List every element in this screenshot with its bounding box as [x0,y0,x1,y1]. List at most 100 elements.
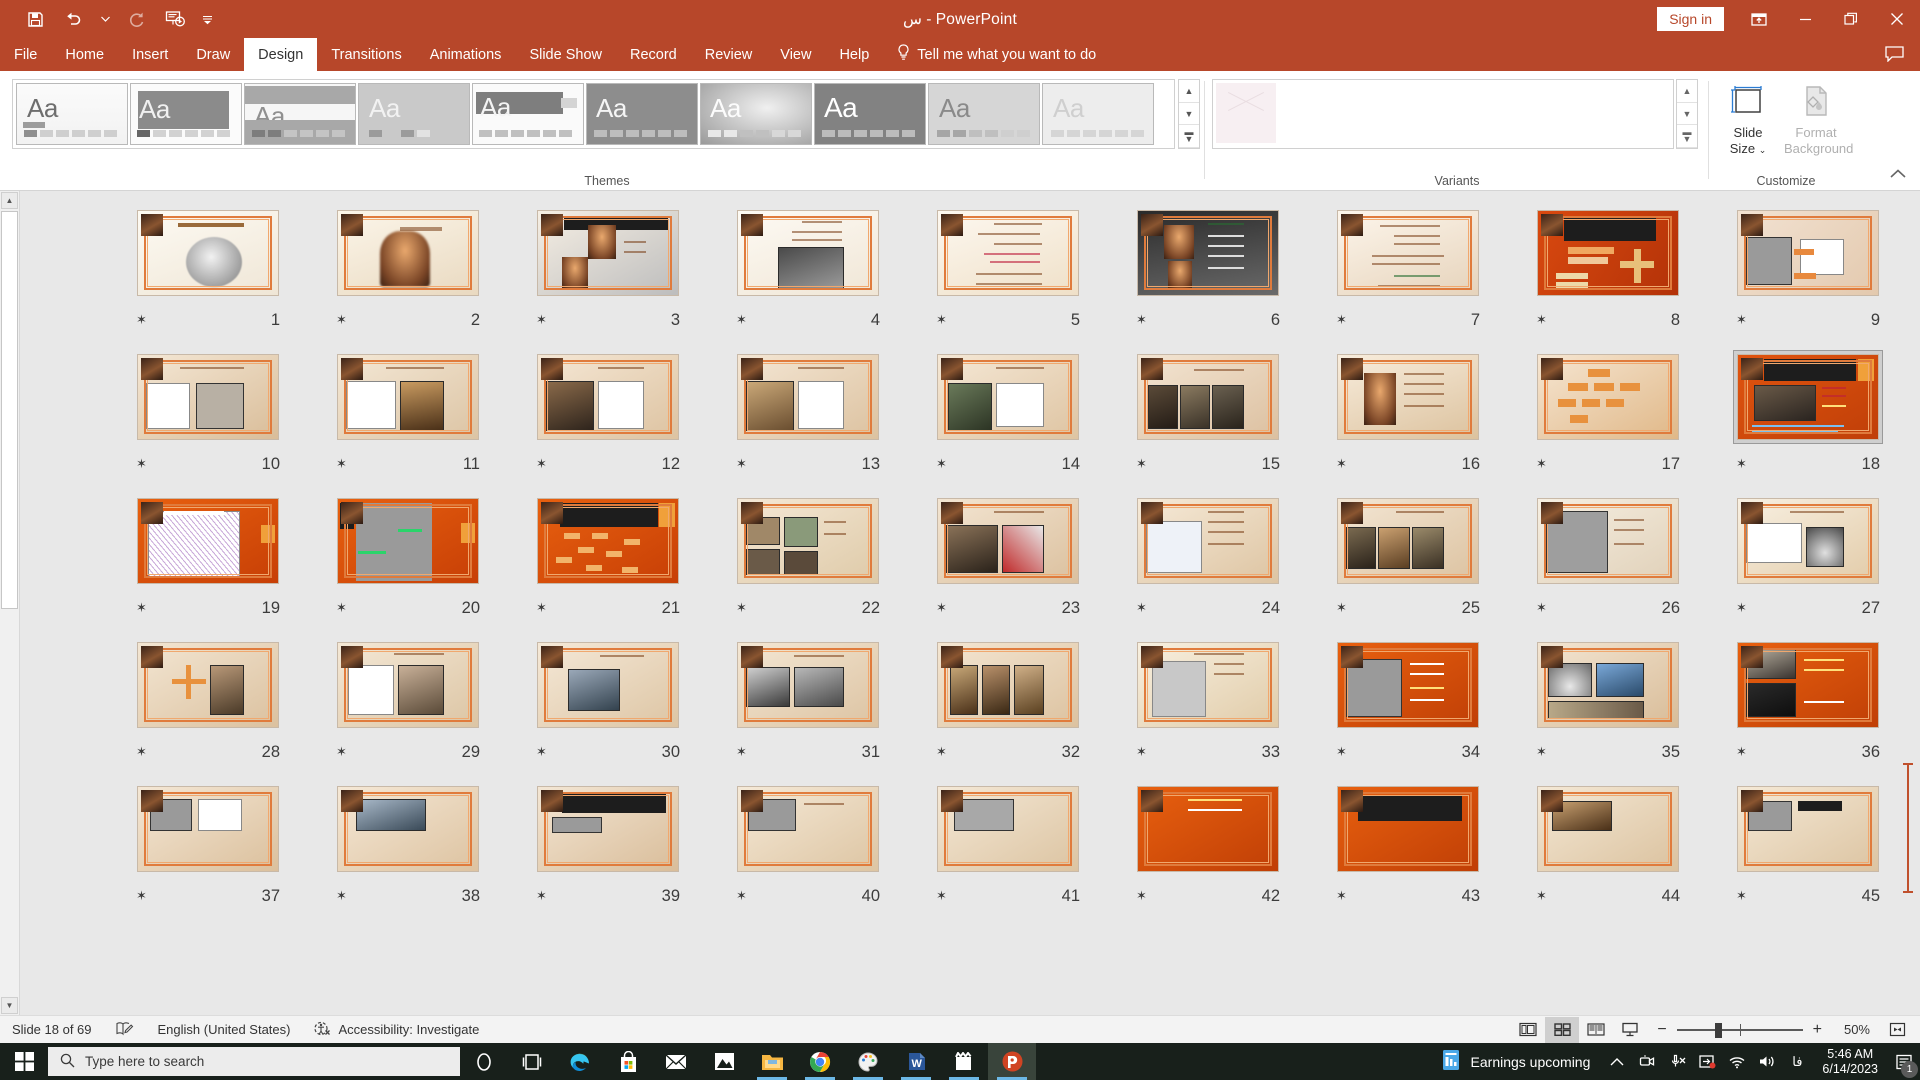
slide-thumbnail[interactable]: ✶ 24 [1110,495,1306,617]
slide-thumbnail[interactable]: ✶ 28 [110,639,306,761]
scroll-up-button[interactable]: ▲ [1,192,18,209]
news-and-interests-button[interactable]: Earnings upcoming [1429,1049,1603,1074]
slide-thumbnail[interactable]: ✶ 38 [310,783,506,905]
onedrive-sync-icon[interactable] [1692,1043,1722,1080]
slide-thumbnail[interactable]: ✶ 19 [110,495,306,617]
microsoft-store-icon[interactable] [604,1043,652,1080]
start-presentation-icon[interactable] [158,4,192,34]
video-editor-icon[interactable] [940,1043,988,1080]
slide-thumbnail[interactable]: ✶ 39 [510,783,706,905]
taskbar-search-box[interactable]: Type here to search [48,1047,460,1076]
animation-indicator-icon[interactable]: ✶ [736,744,747,760]
animation-indicator-icon[interactable]: ✶ [1136,600,1147,616]
zoom-slider-handle[interactable] [1714,1022,1722,1038]
undo-dropdown-icon[interactable] [94,4,116,34]
minimize-button[interactable] [1782,0,1828,38]
animation-indicator-icon[interactable]: ✶ [1736,600,1747,616]
slide-thumbnail[interactable]: ✶ 40 [710,783,906,905]
animation-indicator-icon[interactable]: ✶ [936,456,947,472]
restore-button[interactable] [1828,0,1874,38]
themes-gallery[interactable]: Aa Aa Aa Aa Aa Aa Aa Aa Aa Aa [12,79,1175,149]
slide-thumbnail-selected[interactable]: ✶ 18 [1710,350,1906,473]
slide-thumbnail[interactable]: ✶ 45 [1710,783,1906,905]
animation-indicator-icon[interactable]: ✶ [1536,888,1547,904]
cortana-icon[interactable] [460,1043,508,1080]
close-button[interactable] [1874,0,1920,38]
animation-indicator-icon[interactable]: ✶ [936,600,947,616]
volume-icon[interactable] [1752,1043,1782,1080]
powerpoint-icon[interactable] [988,1043,1036,1080]
slide-thumbnail[interactable]: ✶ 27 [1710,495,1906,617]
slide-size-button[interactable]: Slide Size ⌄ [1716,77,1780,158]
theme-item-9[interactable]: Aa [928,83,1040,145]
tab-insert[interactable]: Insert [118,38,182,71]
tab-file[interactable]: File [0,38,51,71]
animation-indicator-icon[interactable]: ✶ [536,744,547,760]
animation-indicator-icon[interactable]: ✶ [136,888,147,904]
clock[interactable]: 5:46 AM 6/14/2023 [1812,1047,1888,1077]
zoom-out-button[interactable]: − [1657,1021,1666,1039]
animation-indicator-icon[interactable]: ✶ [1736,888,1747,904]
language-button[interactable]: English (United States) [146,1016,303,1044]
slide-thumbnail[interactable]: ✶ 6 [1110,207,1306,329]
slide-thumbnail[interactable]: ✶ 14 [910,351,1106,473]
scroll-down-button[interactable]: ▼ [1,997,18,1014]
paint-icon[interactable] [844,1043,892,1080]
fit-to-window-button[interactable] [1880,1017,1914,1043]
animation-indicator-icon[interactable]: ✶ [1336,888,1347,904]
normal-view-button[interactable] [1511,1017,1545,1043]
redo-icon[interactable] [120,4,154,34]
animation-indicator-icon[interactable]: ✶ [136,456,147,472]
slide-thumbnail[interactable]: ✶ 8 [1510,207,1706,329]
collapse-ribbon-button[interactable] [1890,166,1906,184]
tab-help[interactable]: Help [825,38,883,71]
slide-thumbnail[interactable]: ✶ 21 [510,495,706,617]
slide-thumbnail[interactable]: ✶ 44 [1510,783,1706,905]
format-background-button[interactable]: Format Background [1784,77,1853,157]
zoom-in-button[interactable]: + [1813,1021,1822,1039]
slide-thumbnail[interactable]: ✶ 34 [1310,639,1506,761]
variants-gallery[interactable] [1212,79,1674,149]
theme-item-5[interactable]: Aa [472,83,584,145]
animation-indicator-icon[interactable]: ✶ [1336,456,1347,472]
slide-thumbnail[interactable]: ✶ 33 [1110,639,1306,761]
slide-show-button[interactable] [1613,1017,1647,1043]
animation-indicator-icon[interactable]: ✶ [336,456,347,472]
slide-thumbnail[interactable]: ✶ 16 [1310,351,1506,473]
tab-draw[interactable]: Draw [182,38,244,71]
themes-scroll-down-button[interactable]: ▼ [1179,103,1199,126]
chrome-icon[interactable] [796,1043,844,1080]
accessibility-button[interactable]: Accessibility: Investigate [302,1016,491,1044]
animation-indicator-icon[interactable]: ✶ [1136,312,1147,328]
animation-indicator-icon[interactable]: ✶ [136,600,147,616]
slide-thumbnail[interactable]: ✶ 26 [1510,495,1706,617]
animation-indicator-icon[interactable]: ✶ [1136,744,1147,760]
animation-indicator-icon[interactable]: ✶ [736,312,747,328]
animation-indicator-icon[interactable]: ✶ [536,456,547,472]
animation-indicator-icon[interactable]: ✶ [736,456,747,472]
animation-indicator-icon[interactable]: ✶ [536,600,547,616]
animation-indicator-icon[interactable]: ✶ [1736,456,1747,472]
slide-thumbnail[interactable]: ✶ 11 [310,351,506,473]
tell-me-search[interactable]: Tell me what you want to do [883,38,1110,71]
slide-thumbnail[interactable]: ✶ 5 [910,207,1106,329]
slide-thumbnail[interactable]: ✶ 10 [110,351,306,473]
slide-thumbnail[interactable]: ✶ 4 [710,207,906,329]
tab-home[interactable]: Home [51,38,118,71]
animation-indicator-icon[interactable]: ✶ [1736,744,1747,760]
animation-indicator-icon[interactable]: ✶ [536,888,547,904]
slide-thumbnail[interactable]: ✶ 30 [510,639,706,761]
theme-item-4[interactable]: Aa [358,83,470,145]
file-explorer-icon[interactable] [748,1043,796,1080]
slide-sorter-view-button[interactable] [1545,1016,1580,1043]
slide-thumbnail[interactable]: ✶ 42 [1110,783,1306,905]
word-icon[interactable]: W [892,1043,940,1080]
slide-thumbnail[interactable]: ✶ 31 [710,639,906,761]
camera-icon[interactable] [1632,1043,1662,1080]
slide-thumbnail[interactable]: ✶ 2 [310,207,506,329]
animation-indicator-icon[interactable]: ✶ [1536,312,1547,328]
animation-indicator-icon[interactable]: ✶ [936,888,947,904]
animation-indicator-icon[interactable]: ✶ [136,744,147,760]
animation-indicator-icon[interactable]: ✶ [536,312,547,328]
animation-indicator-icon[interactable]: ✶ [336,312,347,328]
